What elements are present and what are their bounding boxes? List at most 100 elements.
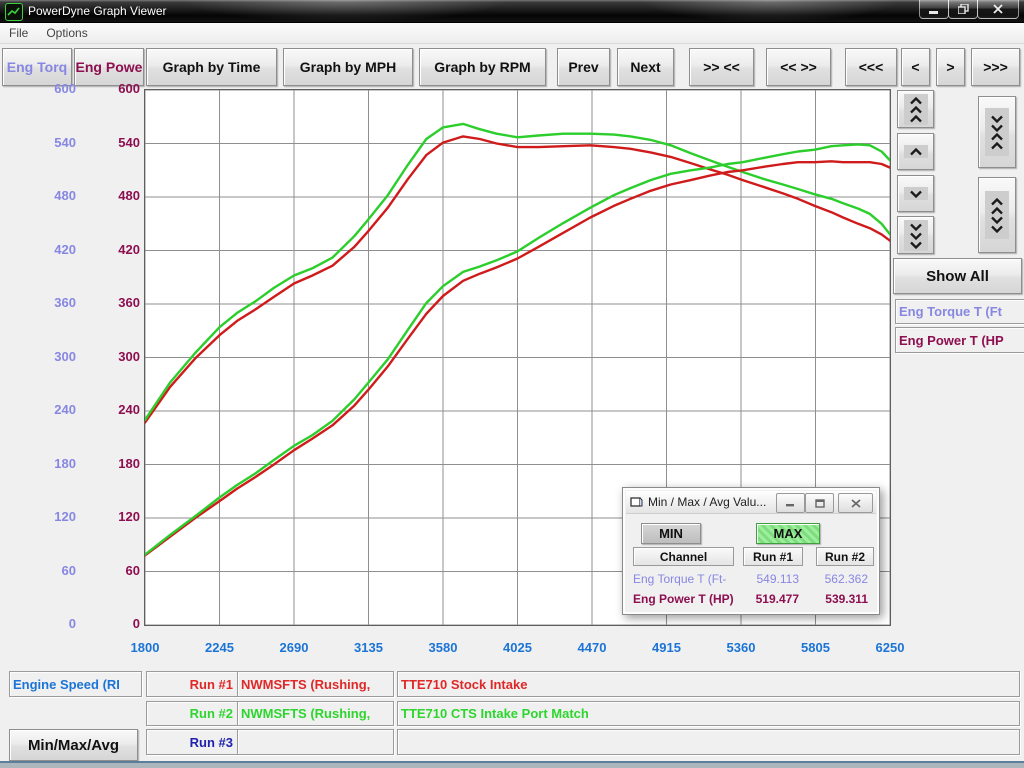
close-button[interactable]: [977, 0, 1019, 19]
rpm-tick-2690: 2690: [266, 640, 322, 655]
window-title: PowerDyne Graph Viewer: [28, 4, 167, 18]
rpm-tick-3135: 3135: [341, 640, 397, 655]
torque-tick-60: 60: [36, 564, 76, 578]
menu-file[interactable]: File: [0, 24, 37, 42]
chevron-triple-down-icon: [904, 220, 928, 251]
power-channel-label[interactable]: Eng Power T (HP: [895, 327, 1024, 353]
x-channel-label[interactable]: Engine Speed (RI: [9, 671, 142, 697]
expand-range-button[interactable]: [978, 177, 1016, 253]
rpm-tick-5360: 5360: [713, 640, 769, 655]
mm-minimize-button[interactable]: [776, 493, 805, 513]
mm-run1-value-2: 519.477: [743, 592, 799, 608]
scale-down-fast-button[interactable]: [897, 216, 934, 254]
menu-options[interactable]: Options: [37, 24, 96, 42]
restore-button[interactable]: [948, 0, 978, 19]
torque-tick-240: 240: [36, 403, 76, 417]
power-tick-240: 240: [100, 403, 140, 417]
power-tick-60: 60: [100, 564, 140, 578]
min-toggle-button[interactable]: MIN: [641, 523, 701, 544]
compress-range-button[interactable]: [978, 96, 1016, 168]
minmax-window: Min / Max / Avg Valu... MIN MAX Channel R…: [622, 487, 880, 615]
scroll-right-button[interactable]: >: [936, 48, 965, 86]
power-tick-300: 300: [100, 350, 140, 364]
mm-channel-1: Eng Torque T (Ft-: [633, 572, 743, 588]
rpm-tick-6250: 6250: [862, 640, 918, 655]
run3-label-box: Run #3: [146, 729, 238, 755]
torque-tick-420: 420: [36, 243, 76, 257]
rpm-tick-5805: 5805: [788, 640, 844, 655]
torque-tick-180: 180: [36, 457, 76, 471]
max-toggle-button[interactable]: MAX: [756, 523, 820, 544]
run2-label-box: Run #2: [146, 701, 238, 726]
titlebar-glass: [640, 0, 900, 22]
prev-button[interactable]: Prev: [557, 48, 610, 86]
chevron-triple-up-icon: [904, 94, 928, 125]
menu-bar: FileOptions: [0, 23, 1024, 44]
window-bottom-edge: [0, 761, 1024, 768]
mm-restore-button[interactable]: [805, 493, 834, 513]
torque-tick-600: 600: [36, 82, 76, 96]
torque-tick-300: 300: [36, 350, 76, 364]
column-header-run-2[interactable]: Run #2: [816, 547, 874, 566]
run1-dyno-field[interactable]: NWMSFTS (Rushing,: [237, 671, 394, 697]
zoom-out-button[interactable]: << >>: [766, 48, 831, 86]
mm-close-button[interactable]: [838, 493, 873, 513]
column-header-channel[interactable]: Channel: [633, 547, 734, 566]
run2-dyno-field[interactable]: NWMSFTS (Rushing,: [237, 701, 394, 726]
rpm-tick-4025: 4025: [490, 640, 546, 655]
scale-up-fast-button[interactable]: [897, 90, 934, 128]
scroll-left-button[interactable]: <: [901, 48, 930, 86]
rpm-tick-4470: 4470: [564, 640, 620, 655]
scale-up-button[interactable]: [897, 133, 934, 170]
minmax-title: Min / Max / Avg Valu...: [648, 495, 766, 509]
power-tick-420: 420: [100, 243, 140, 257]
power-tick-360: 360: [100, 296, 140, 310]
power-tick-480: 480: [100, 189, 140, 203]
mm-run1-value-1: 549.113: [743, 572, 799, 588]
graph-by-time[interactable]: Graph by Time: [146, 48, 277, 86]
scale-down-button[interactable]: [897, 175, 934, 212]
power-tick-0: 0: [100, 617, 140, 631]
title-bar: PowerDyne Graph Viewer: [0, 0, 1024, 23]
chevrons-expand-icon: [985, 191, 1009, 239]
power-tick-540: 540: [100, 136, 140, 150]
scroll-last-button[interactable]: >>>: [971, 48, 1020, 86]
column-header-run-1[interactable]: Run #1: [743, 547, 803, 566]
power-tick-180: 180: [100, 457, 140, 471]
chevrons-compress-icon: [985, 108, 1009, 156]
run1-description-field[interactable]: TTE710 Stock Intake: [397, 671, 1020, 697]
power-tick-120: 120: [100, 510, 140, 524]
run3-dyno-field[interactable]: [237, 729, 394, 755]
torque-tick-360: 360: [36, 296, 76, 310]
scroll-first-button[interactable]: <<<: [845, 48, 897, 86]
torque-tick-120: 120: [36, 510, 76, 524]
torque-channel-label[interactable]: Eng Torque T (Ft: [895, 299, 1024, 324]
app-icon: [5, 3, 23, 21]
show-all-button[interactable]: Show All: [893, 258, 1022, 294]
minmax-window-icon: [630, 496, 643, 508]
rpm-tick-3580: 3580: [415, 640, 471, 655]
torque-tick-540: 540: [36, 136, 76, 150]
power-tick-600: 600: [100, 82, 140, 96]
graph-by-rpm[interactable]: Graph by RPM: [419, 48, 546, 86]
torque-tick-0: 0: [36, 617, 76, 631]
rpm-tick-4915: 4915: [639, 640, 695, 655]
minmax-titlebar[interactable]: Min / Max / Avg Valu...: [626, 491, 876, 514]
rpm-tick-2245: 2245: [192, 640, 248, 655]
minmax-avg-button[interactable]: Min/Max/Avg: [9, 729, 138, 761]
graph-by-mph[interactable]: Graph by MPH: [283, 48, 413, 86]
next-button[interactable]: Next: [617, 48, 674, 86]
mm-run2-value-1: 562.362: [808, 572, 868, 588]
rpm-tick-1800: 1800: [117, 640, 173, 655]
torque-tick-480: 480: [36, 189, 76, 203]
chevron-down-icon: [904, 187, 928, 200]
mm-channel-2: Eng Power T (HP): [633, 592, 743, 608]
run1-label-box: Run #1: [146, 671, 238, 697]
powerdyne-window: PowerDyne Graph Viewer FileOptions Show …: [0, 0, 1024, 768]
run2-description-field[interactable]: TTE710 CTS Intake Port Match: [397, 701, 1020, 726]
mm-run2-value-2: 539.311: [808, 592, 868, 608]
run3-description-field[interactable]: [397, 729, 1020, 755]
minimize-button[interactable]: [919, 0, 949, 19]
zoom-in-button[interactable]: >> <<: [689, 48, 754, 86]
titlebar-glass: [180, 0, 510, 22]
